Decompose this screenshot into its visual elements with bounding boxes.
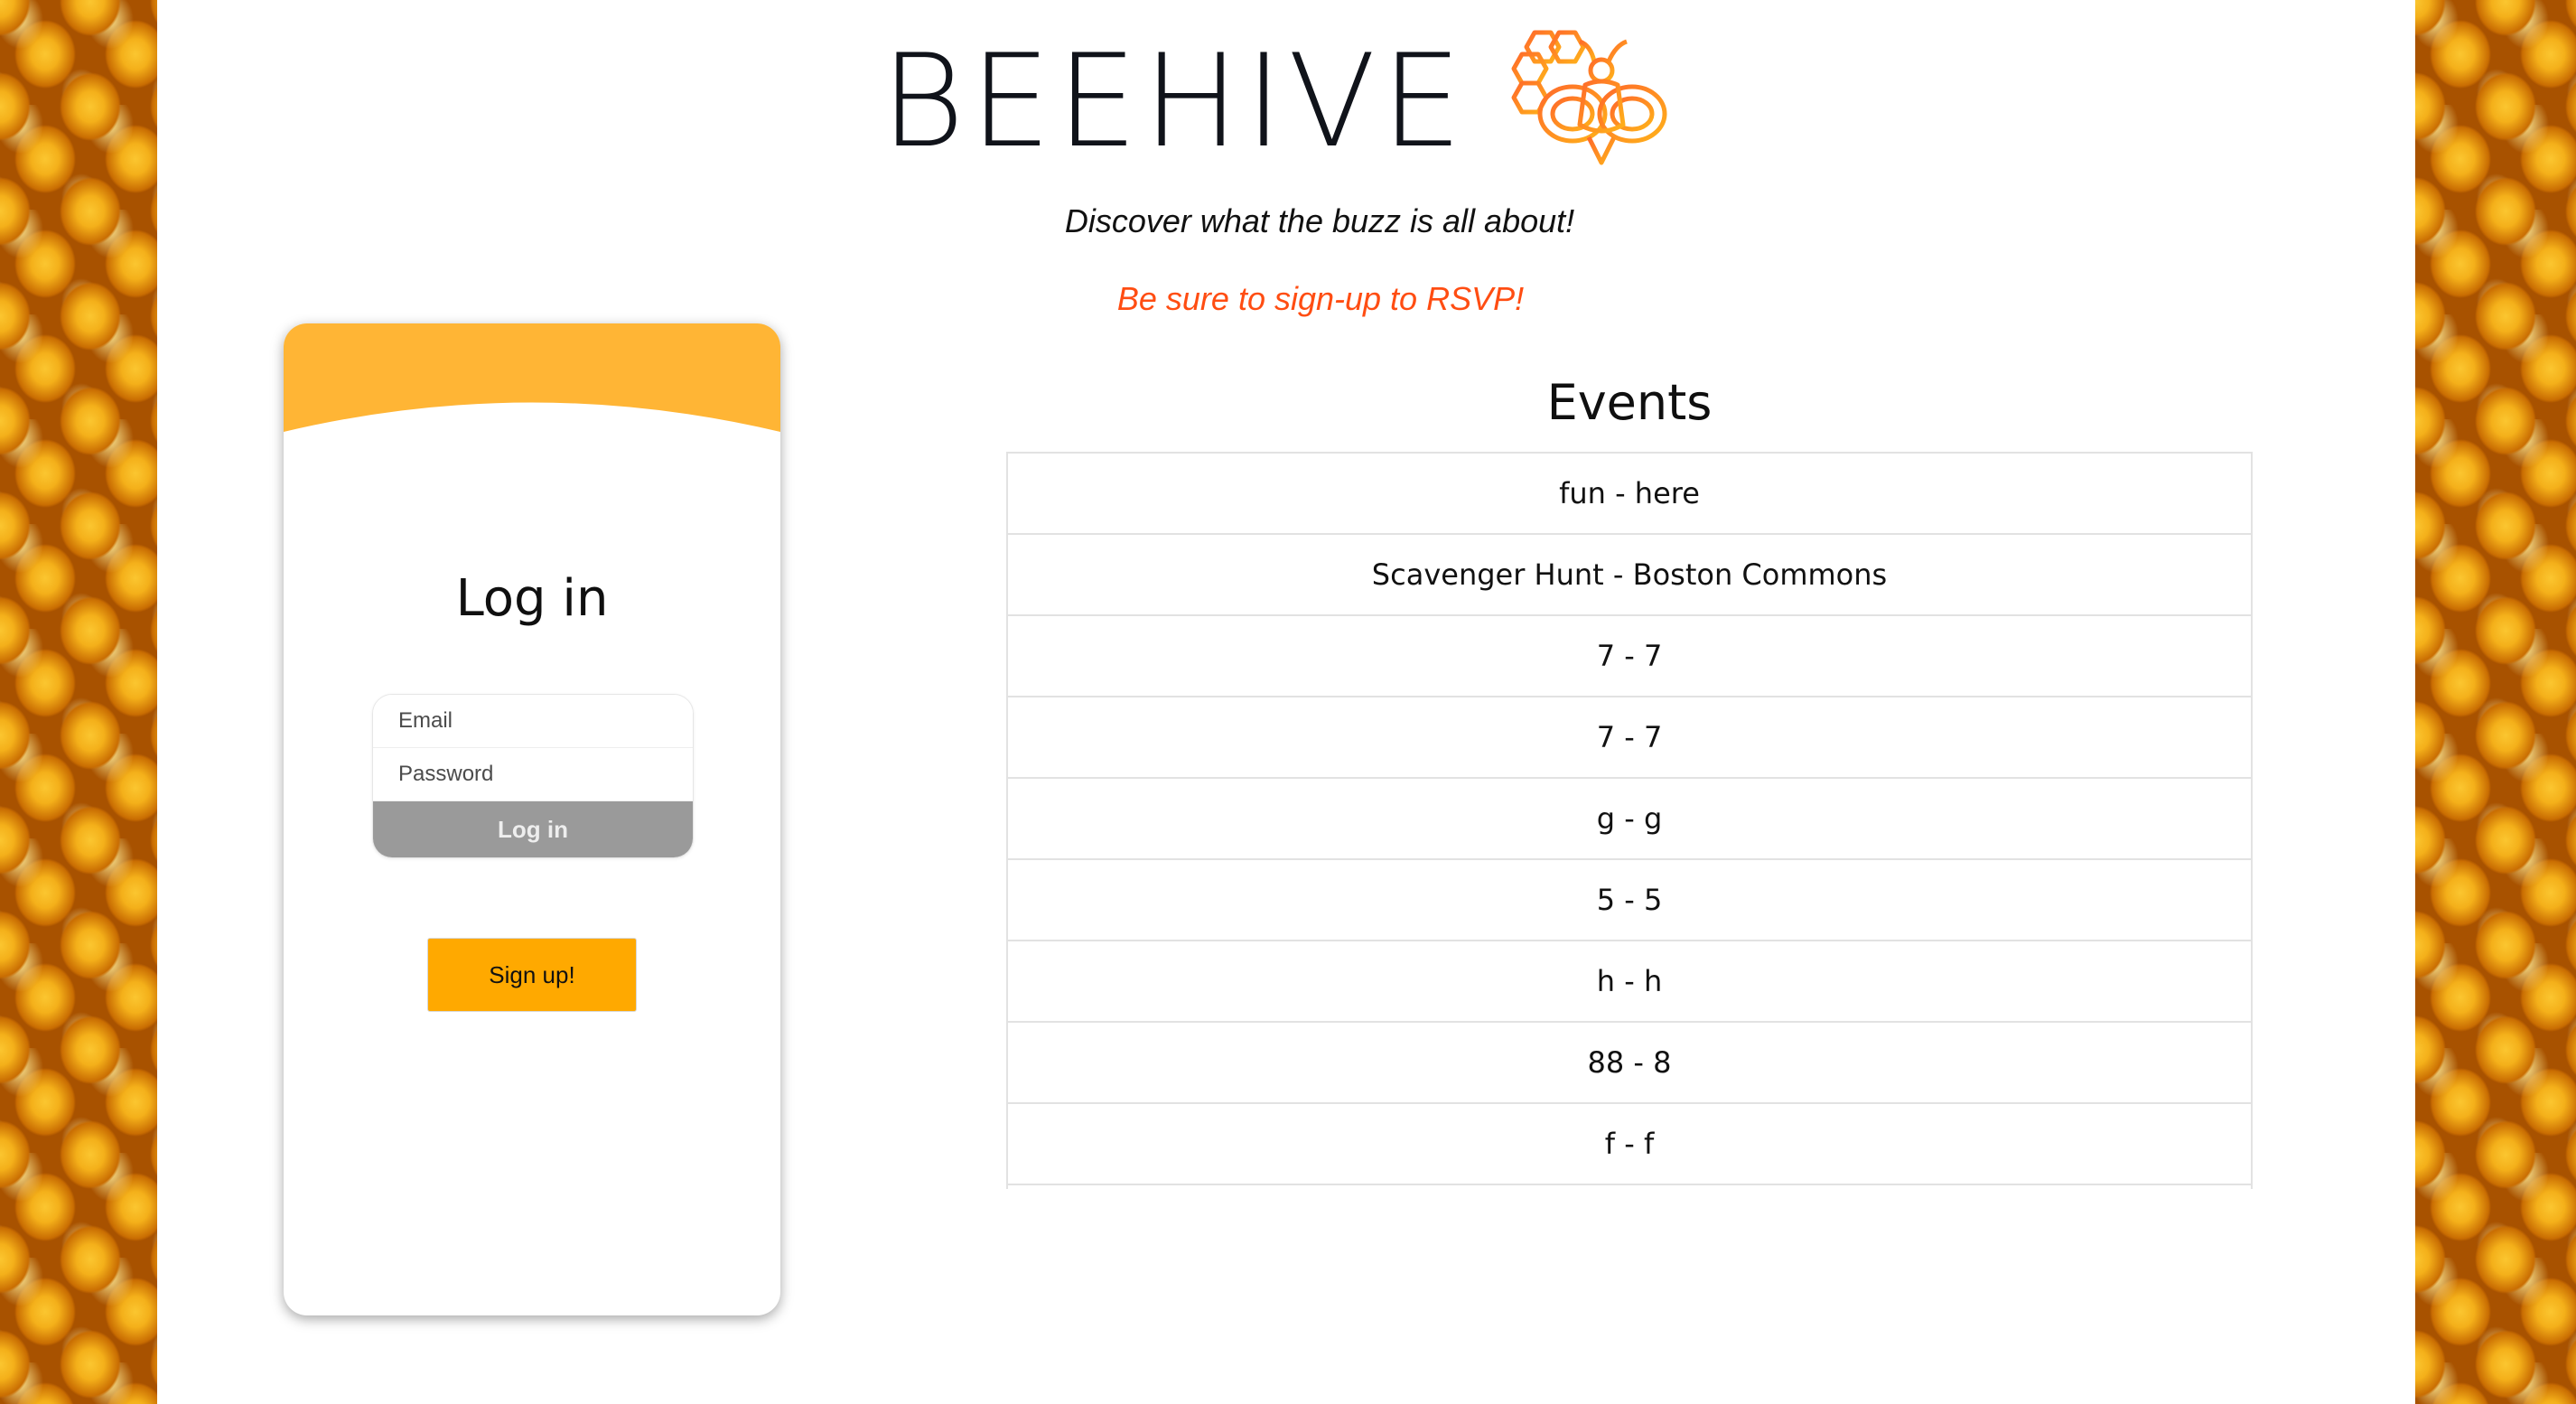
event-item[interactable]: h - h [1008,941,2251,1023]
bee-honeycomb-logo-icon [1511,30,1667,165]
event-item[interactable]: 7 - 7 [1008,616,2251,697]
login-title: Log in [455,569,609,628]
events-title: Events [1546,374,1713,431]
card-header-wave [284,323,780,432]
brand-header: BEEHIVE [881,16,1675,188]
login-button[interactable]: Log in [373,801,693,857]
login-form: Log in [372,694,694,858]
event-item[interactable]: fun - here [1008,454,2251,535]
tagline: Discover what the buzz is all about! [1064,202,1575,239]
event-item[interactable]: f - f [1008,1104,2251,1185]
event-item[interactable]: g - g [1008,779,2251,860]
login-card: Log in Log in Sign up! [284,323,780,1315]
event-item[interactable]: 7 - 7 [1008,697,2251,779]
password-field[interactable] [373,748,693,801]
event-item[interactable]: 88 - 8 [1008,1023,2251,1104]
brand-title: BEEHIVE [881,27,1468,176]
signup-button[interactable]: Sign up! [427,938,637,1012]
event-item[interactable]: Scavenger Hunt - Boston Commons [1008,535,2251,616]
rsvp-notice: Be sure to sign-up to RSVP! [1116,280,1525,317]
events-list: fun - here Scavenger Hunt - Boston Commo… [1006,452,2253,1189]
email-field[interactable] [373,695,693,748]
event-item[interactable]: 5 - 5 [1008,860,2251,941]
